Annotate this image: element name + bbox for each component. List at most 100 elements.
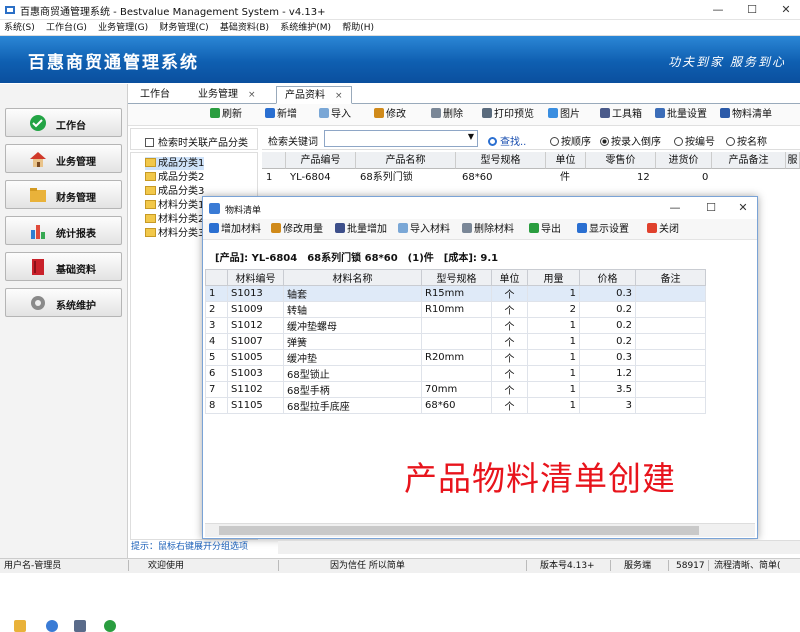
table-row[interactable]: 4 S1007 弹簧个 1 0.2 [205,333,706,350]
tree-item[interactable]: 材料分类2 [145,213,204,226]
shortcut-icon[interactable] [14,620,26,632]
table-row[interactable]: 3 S1012 缓冲垫螺母个 1 0.2 [205,317,706,334]
tree-item[interactable]: 材料分类3 [145,227,204,240]
column-header[interactable]: 单位 [491,269,528,286]
table-row[interactable]: 2 S1009 转轴 R10mm 个 2 0.2 [205,301,706,318]
table-row[interactable]: 1 S1013 轴套 R15mm 个 1 0.3 [205,285,706,302]
maximize-icon[interactable]: ☐ [699,200,723,216]
chevron-down-icon[interactable]: ▼ [468,132,474,141]
clock-icon[interactable] [46,620,58,632]
tree-item[interactable]: 成品分类1 [145,157,205,170]
column-header[interactable]: 型号规格 [421,269,492,286]
column-header[interactable]: 用量 [527,269,580,286]
trash-icon [462,223,472,233]
column-header[interactable]: 备注 [635,269,706,286]
minimize-icon[interactable]: — [663,200,687,216]
dialog-toolbar: 增加材料 修改用量 批量增加 导入材料 删除材料 导出 显示设置 关闭 [203,219,757,240]
tab-business[interactable]: 业务管理 × [190,86,264,104]
toolbox-button[interactable]: 工具箱 [600,108,642,122]
sidebar-item-label: 财务管理 [56,193,96,204]
menu-basic-data[interactable]: 基础资料(B) [216,20,273,36]
menu-business[interactable]: 业务管理(G) [94,20,152,36]
column-header[interactable]: 产品编号 [286,152,356,169]
import-button[interactable]: 导入 [319,108,351,122]
column-header[interactable]: 材料名称 [283,269,422,286]
delete-button[interactable]: 删除 [431,108,463,122]
column-header[interactable]: 产品备注 [712,152,786,169]
display-settings-button[interactable]: 显示设置 [577,223,629,237]
menu-help[interactable]: 帮助(H) [338,20,378,36]
sort-radio-sequence[interactable]: 按顺序 [550,133,591,148]
table-row[interactable]: 5 S1005 缓冲垫 R20mm 个 1 0.3 [205,349,706,366]
status-motto: 因为信任 所以简单 [330,561,405,571]
refresh-button[interactable]: 刷新 [210,108,242,122]
power-icon[interactable] [104,620,116,632]
search-label: 检索关键词 [268,137,318,148]
sidebar-item-basic-data[interactable]: 基础资料 [5,252,122,281]
menu-maintenance[interactable]: 系统维护(M) [276,20,335,36]
sort-radio-number[interactable]: 按编号 [674,133,715,148]
bom-summary: [产品]: YL-6804 68系列门锁 68*60 (1)件 [成本]: 9.… [215,253,499,264]
tree-item[interactable]: 成品分类3 [145,185,204,198]
scrollbar-thumb[interactable] [219,526,699,535]
minimize-icon[interactable]: — [706,2,730,18]
print-preview-button[interactable]: 打印预览 [482,108,534,122]
close-icon[interactable]: ✕ [731,200,755,216]
table-row[interactable]: 8 S1105 68型拉手底座 68*60 个 1 3 [205,397,706,414]
sidebar-item-workbench[interactable]: 工作台 [5,108,122,137]
horizontal-scrollbar[interactable] [278,540,800,554]
dialog-horizontal-scrollbar[interactable] [205,523,755,537]
batch-add-button[interactable]: 批量增加 [335,223,387,237]
add-button[interactable]: 新增 [265,108,297,122]
delete-material-button[interactable]: 删除材料 [462,223,514,237]
app-banner: 百惠商贸通管理系统 功夫到家 服务到心 [0,36,800,83]
column-header[interactable]: 产品名称 [356,152,456,169]
edit-button[interactable]: 修改 [374,108,406,122]
column-header[interactable]: 单位 [546,152,586,169]
column-header[interactable]: 价格 [579,269,636,286]
banner-title: 百惠商贸通管理系统 [28,53,199,73]
close-icon[interactable]: ✕ [774,2,798,18]
column-header[interactable]: 零售价 [586,152,656,169]
tree-item[interactable]: 成品分类2 [145,171,204,184]
edit-quantity-button[interactable]: 修改用量 [271,223,323,237]
column-header[interactable]: 型号规格 [456,152,546,169]
magnifier-icon[interactable] [74,620,86,632]
category-filter-checkbox[interactable]: 检索时关联产品分类 [145,134,248,149]
menu-finance[interactable]: 财务管理(C) [155,20,212,36]
menu-workbench[interactable]: 工作台(G) [42,20,91,36]
search-bar: 检索关键词 ▼ 查找.. 按顺序 按录入倒序 按编号 按名称 [262,128,800,150]
table-row[interactable]: 7 S1102 68型手柄 70mm 个 1 3.5 [205,381,706,398]
tab-workbench[interactable]: 工作台 [132,86,178,104]
column-header[interactable]: 进货价 [656,152,712,169]
column-header[interactable]: 材料编号 [227,269,284,286]
status-tagline: 流程清晰、简单( [714,561,781,571]
maximize-icon[interactable]: ☐ [740,2,764,18]
table-row[interactable]: 6 S1003 68型锁止个 1 1.2 [205,365,706,382]
edit-icon [271,223,281,233]
find-button[interactable]: 查找.. [488,133,526,148]
image-button[interactable]: 图片 [548,108,580,122]
tab-product-data[interactable]: 产品资料 × [276,86,352,104]
sidebar-item-reports[interactable]: 统计报表 [5,216,122,245]
house-icon [28,150,48,168]
sidebar-item-label: 统计报表 [56,229,96,240]
export-icon [529,223,539,233]
tab-close-icon[interactable]: × [248,90,256,100]
bom-button[interactable]: 物料清单 [720,108,772,122]
batch-settings-button[interactable]: 批量设置 [655,108,707,122]
column-header[interactable]: 服 [786,152,800,169]
sort-radio-name[interactable]: 按名称 [726,133,767,148]
search-input[interactable]: ▼ [324,130,478,147]
add-material-button[interactable]: 增加材料 [209,223,261,237]
sidebar-item-maintenance[interactable]: 系统维护 [5,288,122,317]
menu-system[interactable]: 系统(S) [0,20,39,36]
tree-item[interactable]: 材料分类1 [145,199,204,212]
close-dialog-button[interactable]: 关闭 [647,223,679,237]
sidebar-item-finance[interactable]: 财务管理 [5,180,122,209]
sort-radio-reverse-entry[interactable]: 按录入倒序 [600,133,661,148]
import-material-button[interactable]: 导入材料 [398,223,450,237]
sidebar-item-business[interactable]: 业务管理 [5,144,122,173]
export-button[interactable]: 导出 [529,223,561,237]
tab-close-icon[interactable]: × [335,91,343,101]
